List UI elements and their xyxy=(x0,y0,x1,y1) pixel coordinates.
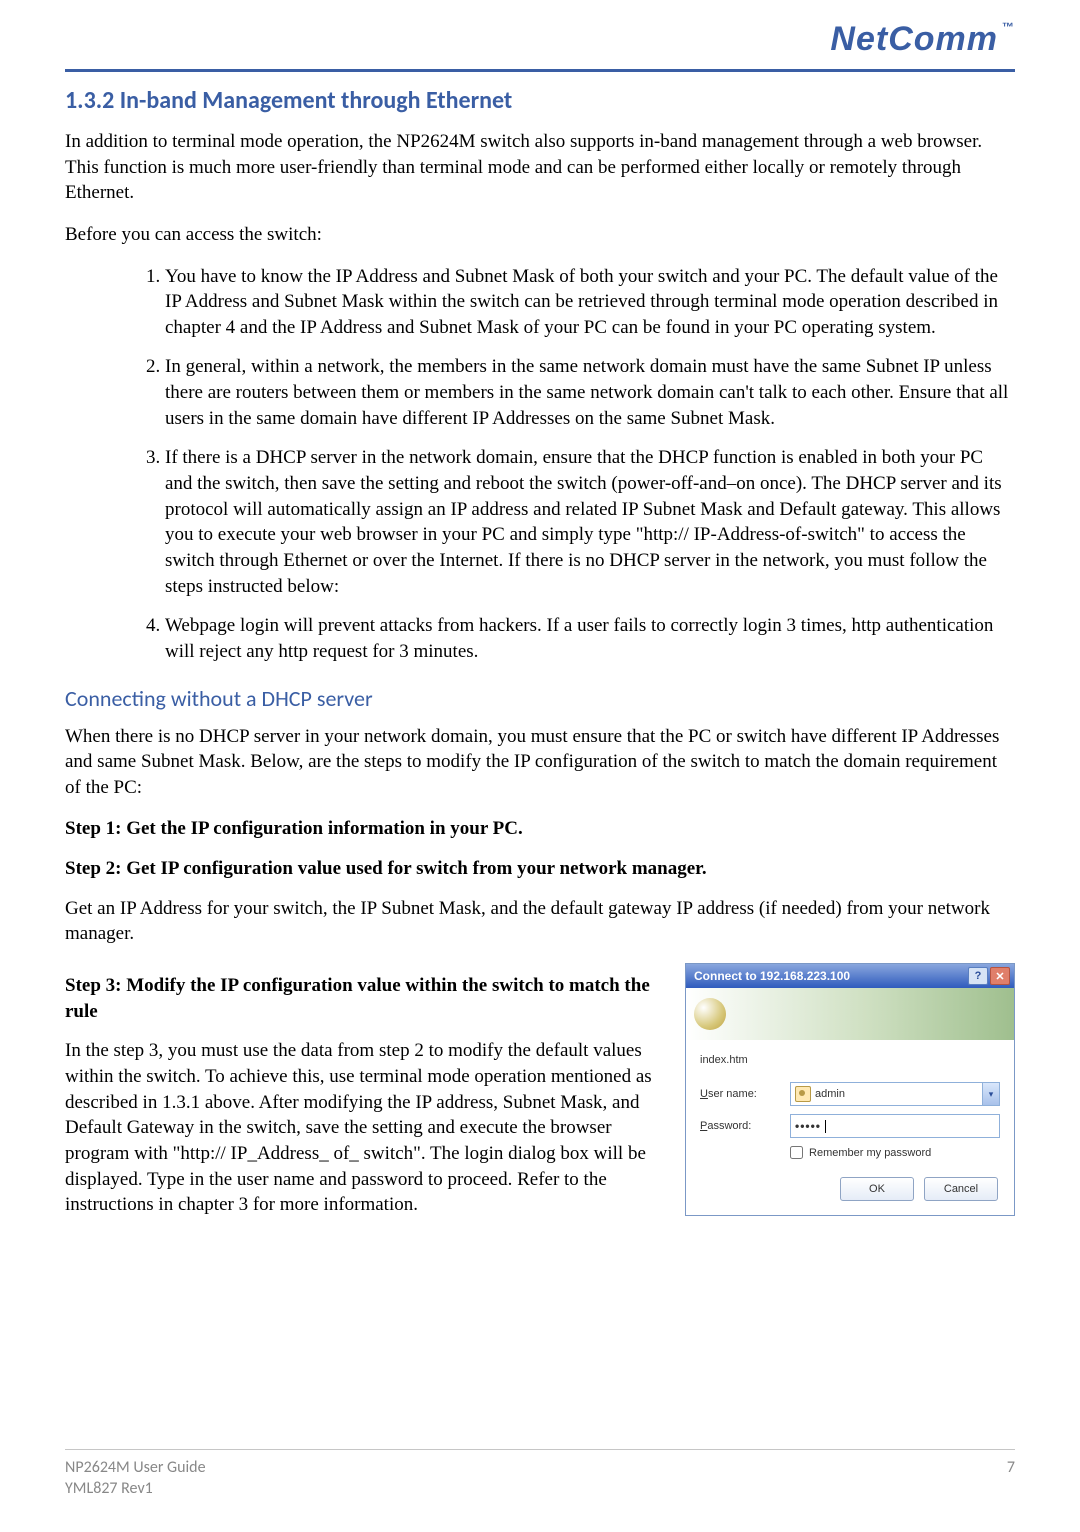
section-heading: 1.3.2 In-band Management through Etherne… xyxy=(65,86,1015,115)
username-field[interactable]: admin ▾ xyxy=(790,1082,1000,1106)
dialog-page-name: index.htm xyxy=(700,1054,1000,1066)
password-field[interactable]: ••••• xyxy=(790,1114,1000,1138)
dialog-titlebar[interactable]: Connect to 192.168.223.100 ? ✕ xyxy=(686,964,1014,988)
step-3-body: In the step 3, you must use the data fro… xyxy=(65,1038,657,1217)
dhcp-heading: Connecting without a DHCP server xyxy=(65,685,1015,712)
ok-button[interactable]: OK xyxy=(840,1177,914,1201)
list-item: Webpage login will prevent attacks from … xyxy=(165,613,1015,664)
intro-paragraph: In addition to terminal mode operation, … xyxy=(65,129,1015,206)
text-cursor xyxy=(825,1120,826,1133)
user-icon xyxy=(795,1086,811,1102)
username-label: User name: xyxy=(700,1088,790,1100)
password-value: ••••• xyxy=(795,1119,821,1133)
page-footer: NP2624M User Guide YML827 Rev1 7 xyxy=(65,1449,1015,1500)
page-number: 7 xyxy=(1007,1458,1015,1500)
dhcp-intro: When there is no DHCP server in your net… xyxy=(65,724,1015,801)
help-button[interactable]: ? xyxy=(968,967,988,985)
footer-revision: YML827 Rev1 xyxy=(65,1479,206,1500)
list-item: If there is a DHCP server in the network… xyxy=(165,445,1015,599)
step-2-body: Get an IP Address for your switch, the I… xyxy=(65,896,1015,947)
step-1-heading: Step 1: Get the IP configuration informa… xyxy=(65,816,1015,842)
username-value: admin xyxy=(815,1088,845,1100)
header: NetComm ™ xyxy=(65,20,1015,72)
step-2-heading: Step 2: Get IP configuration value used … xyxy=(65,856,1015,882)
access-steps-list: You have to know the IP Address and Subn… xyxy=(65,264,1015,665)
list-item: You have to know the IP Address and Subn… xyxy=(165,264,1015,341)
brand-logo: NetComm ™ xyxy=(830,20,1015,59)
keys-icon xyxy=(694,998,726,1030)
brand-name: NetComm xyxy=(830,20,998,58)
dialog-banner xyxy=(686,988,1014,1040)
dialog-title-text: Connect to 192.168.223.100 xyxy=(694,969,850,983)
chevron-down-icon[interactable]: ▾ xyxy=(982,1083,999,1105)
footer-guide-name: NP2624M User Guide xyxy=(65,1458,206,1479)
step-3-heading: Step 3: Modify the IP configuration valu… xyxy=(65,973,657,1024)
remember-password-checkbox[interactable] xyxy=(790,1146,803,1159)
login-dialog: Connect to 192.168.223.100 ? ✕ index.htm… xyxy=(685,963,1015,1216)
remember-password-label[interactable]: Remember my password xyxy=(809,1147,931,1159)
cancel-button[interactable]: Cancel xyxy=(924,1177,998,1201)
trademark-symbol: ™ xyxy=(1002,20,1015,34)
password-label: Password: xyxy=(700,1120,790,1132)
list-item: In general, within a network, the member… xyxy=(165,354,1015,431)
close-button[interactable]: ✕ xyxy=(990,967,1010,985)
before-access-text: Before you can access the switch: xyxy=(65,222,1015,248)
